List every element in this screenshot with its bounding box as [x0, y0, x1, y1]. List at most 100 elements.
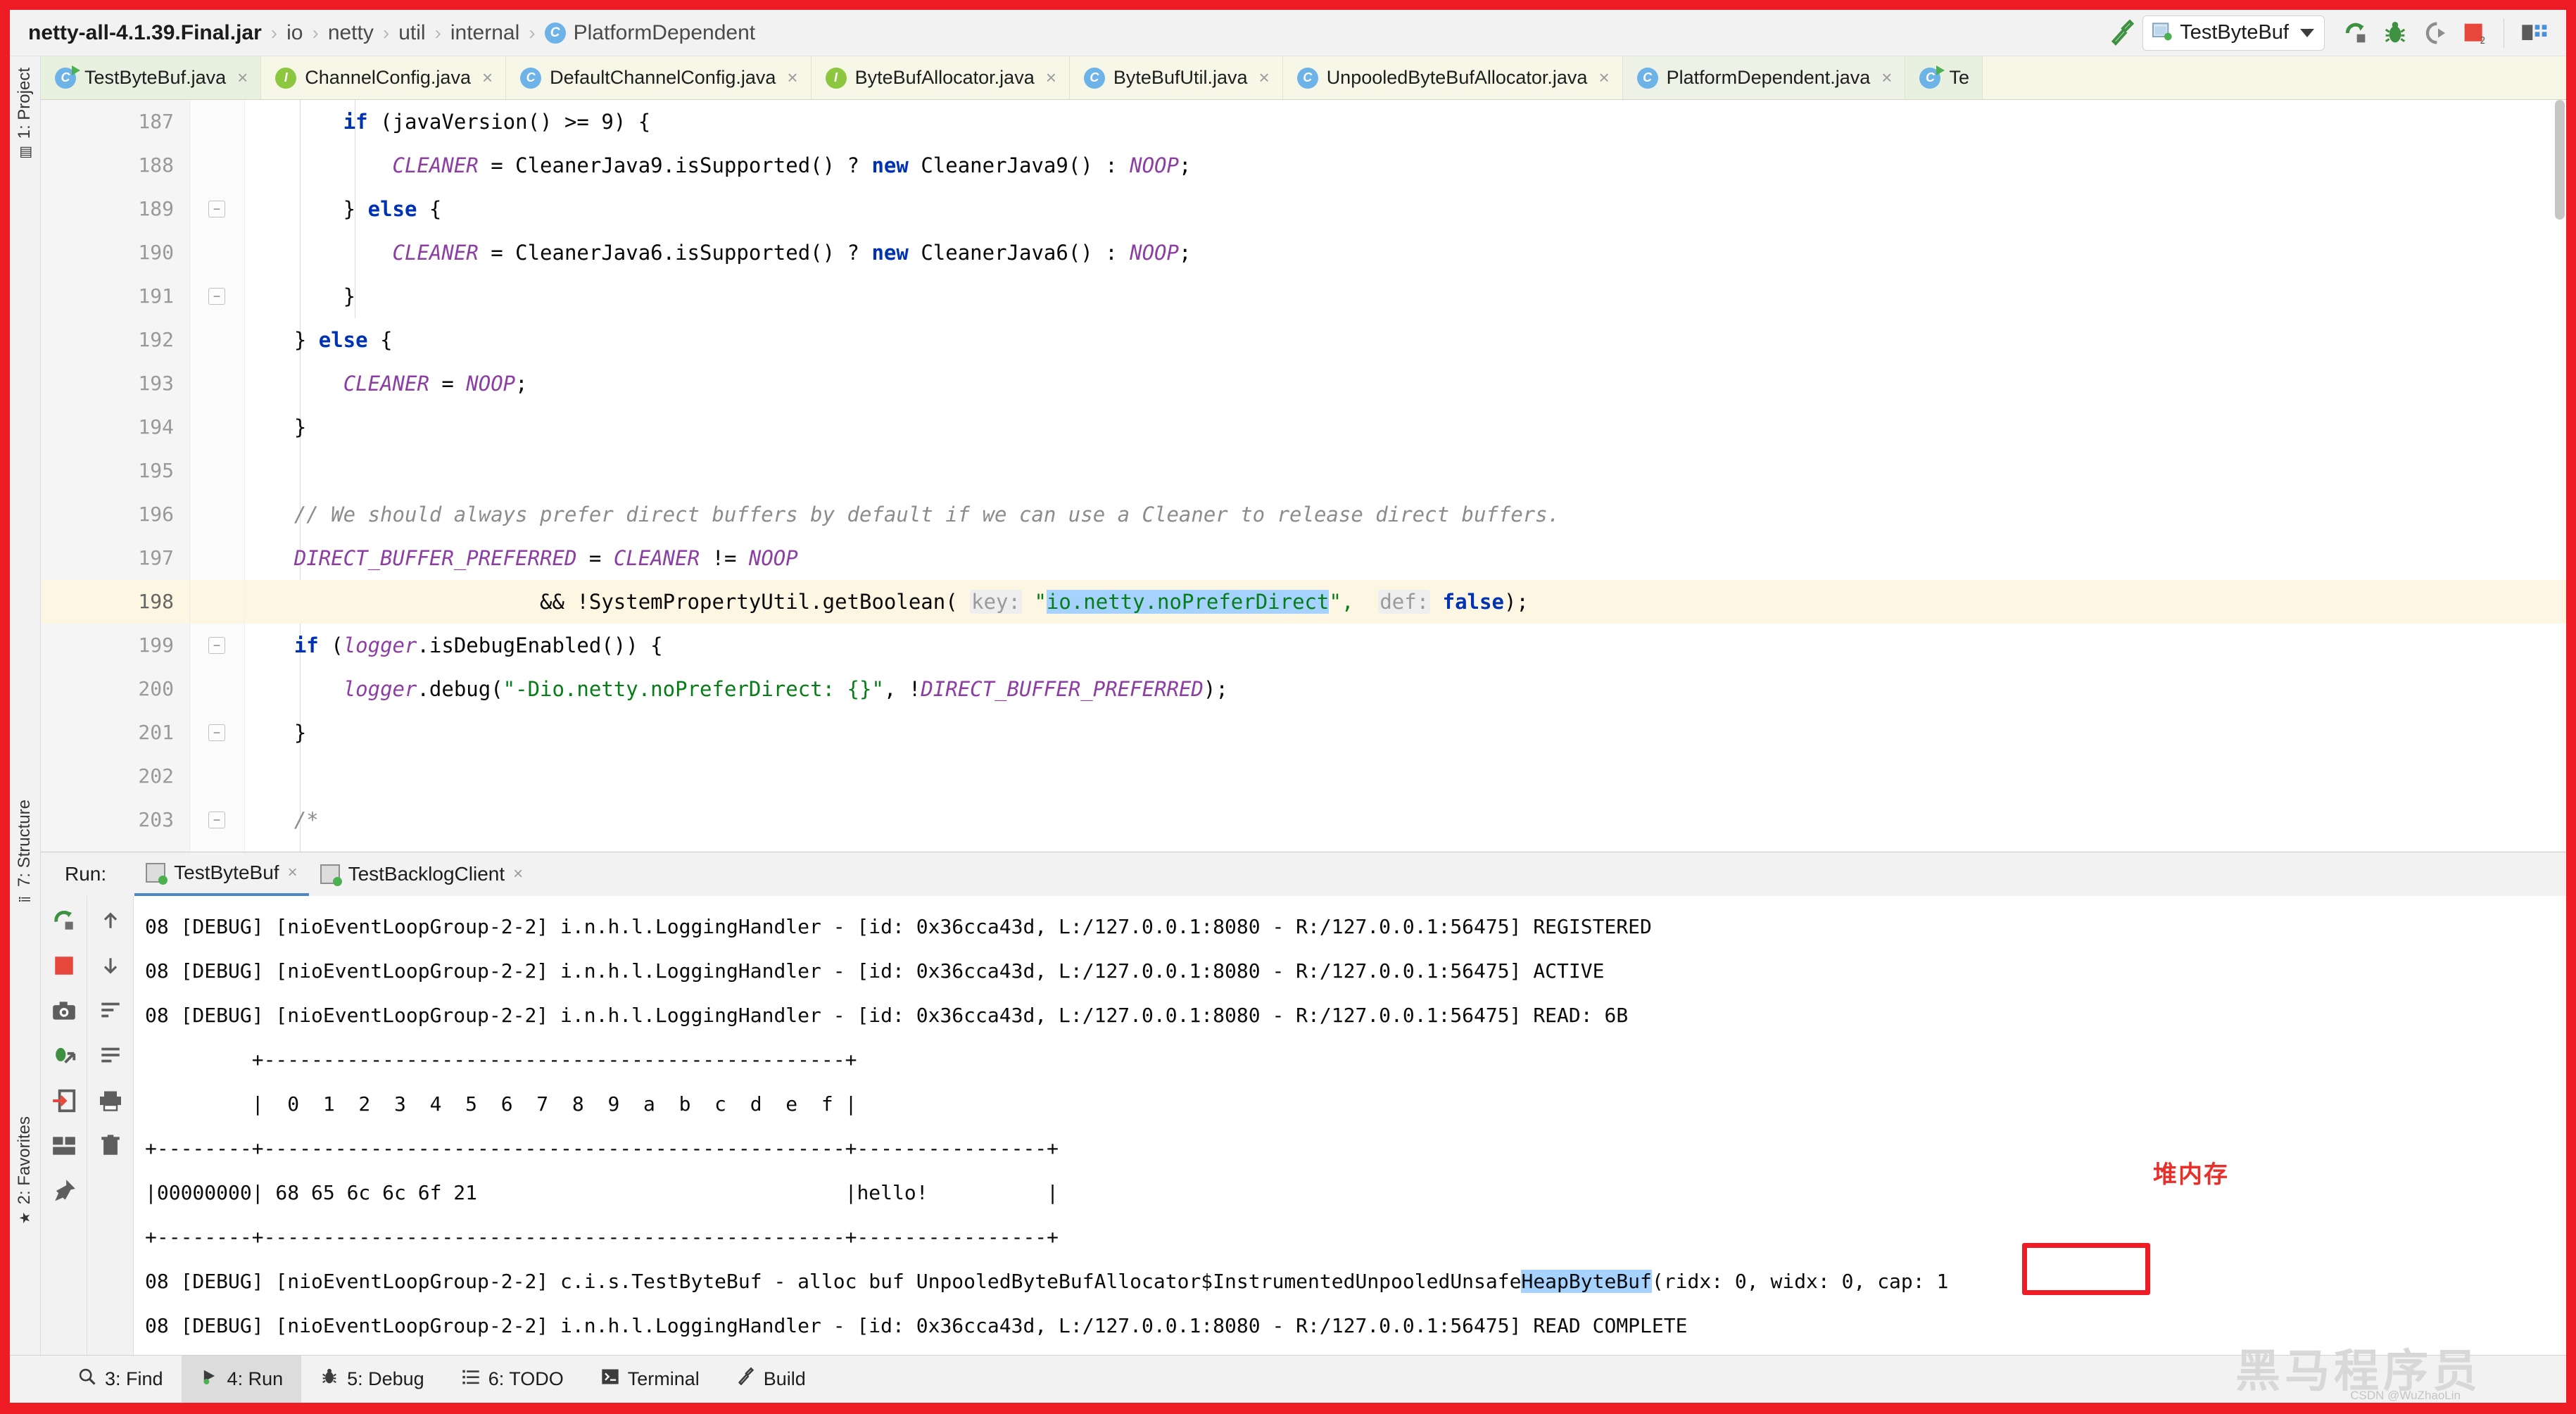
code-line[interactable]: if (javaVersion() >= 9) {: [245, 100, 2566, 144]
camera-icon[interactable]: [49, 996, 79, 1025]
close-icon[interactable]: ×: [513, 864, 523, 884]
close-icon[interactable]: ×: [1259, 67, 1270, 89]
code-token: ",: [1329, 590, 1379, 614]
stop-icon[interactable]: 2: [2454, 13, 2494, 53]
run-tab-testbytebuf[interactable]: TestByteBuf ×: [134, 852, 309, 896]
structure-icon[interactable]: [2514, 13, 2553, 53]
code-editor[interactable]: 187 188 189 190 191 192 193 194 195 196 197 198 199 2…: [41, 100, 2566, 852]
breadcrumb-item-internal[interactable]: internal: [450, 21, 519, 45]
close-icon[interactable]: ×: [237, 67, 248, 89]
code-line[interactable]: [245, 755, 2566, 798]
scroll-end-icon[interactable]: [96, 1041, 125, 1071]
code-line[interactable]: } else {: [245, 187, 2566, 231]
code-token: , !: [883, 677, 921, 701]
coverage-icon[interactable]: [2415, 13, 2454, 53]
code-line[interactable]: CLEANER = NOOP;: [245, 362, 2566, 405]
breadcrumb-item-io[interactable]: io: [286, 21, 303, 45]
heap-memory-annotation: 堆内存: [2153, 1161, 2229, 1188]
code-token: }: [245, 328, 319, 352]
bug-icon[interactable]: [2375, 13, 2415, 53]
run-configuration-selector[interactable]: TestByteBuf: [2142, 15, 2325, 51]
arrow-up-icon[interactable]: [96, 906, 125, 935]
code-line[interactable]: CLEANER = CleanerJava6.isSupported() ? n…: [245, 231, 2566, 274]
sidebar-item-project[interactable]: ▥ 1: Project: [10, 63, 40, 165]
editor-tab-unpooledbytebufallocator[interactable]: C UnpooledByteBufAllocator.java ×: [1282, 56, 1623, 99]
fold-toggle[interactable]: −: [208, 288, 225, 305]
status-bar-item-label: 6: TODO: [488, 1368, 564, 1389]
breadcrumb-item-util[interactable]: util: [398, 21, 425, 45]
pin-icon[interactable]: [49, 1176, 79, 1206]
editor-tab-bytebufutil[interactable]: C ByteBufUtil.java ×: [1069, 56, 1283, 99]
fold-toggle[interactable]: −: [208, 637, 225, 654]
code-line[interactable]: && !SystemPropertyUtil.getBoolean( key: …: [245, 580, 2566, 624]
code-token: ;: [1178, 153, 1192, 177]
search-icon: [77, 1367, 97, 1391]
status-bar-item-terminal[interactable]: Terminal: [582, 1356, 718, 1403]
code-line[interactable]: } else {: [245, 318, 2566, 362]
code-line[interactable]: logger.debug("-Dio.netty.noPreferDirect:…: [245, 667, 2566, 711]
close-icon[interactable]: ×: [482, 67, 493, 89]
fold-toggle[interactable]: −: [208, 724, 225, 741]
status-bar-item-label: Build: [763, 1368, 806, 1389]
fold-toggle[interactable]: −: [208, 812, 225, 828]
run-icon[interactable]: [2336, 13, 2375, 53]
status-bar-item-run[interactable]: 4: Run: [181, 1355, 302, 1403]
status-bar-item-todo[interactable]: 6: TODO: [443, 1356, 582, 1403]
editor-tab-partial[interactable]: C Te: [1905, 56, 1983, 99]
editor-scrollbar[interactable]: [2555, 100, 2565, 220]
console-actions-toolbar: [87, 896, 134, 1355]
watermark-subtext: CSDN @WuZhaoLin: [2350, 1389, 2461, 1402]
code-line[interactable]: // We should always prefer direct buffer…: [245, 493, 2566, 536]
main-toolbar: TestByteBuf 2: [2103, 13, 2566, 53]
editor-tab-label: ChannelConfig.java: [305, 67, 471, 88]
arrow-into-box-icon[interactable]: [49, 1086, 79, 1116]
editor-tab-platformdependent[interactable]: C PlatformDependent.java ×: [1622, 56, 1906, 99]
hammer-icon[interactable]: [2103, 13, 2142, 53]
breadcrumb-item-class[interactable]: PlatformDependent: [574, 21, 756, 45]
sidebar-item-structure[interactable]: ≔ 7: Structure: [10, 795, 40, 911]
stop-square-icon[interactable]: [49, 951, 79, 980]
code-line[interactable]: CLEANER = CleanerJava9.isSupported() ? n…: [245, 144, 2566, 187]
status-bar-item-debug[interactable]: 5: Debug: [301, 1356, 443, 1403]
close-icon[interactable]: ×: [1598, 67, 1609, 89]
status-bar-item-find[interactable]: 3: Find: [59, 1356, 182, 1403]
code-line[interactable]: }: [245, 405, 2566, 449]
breadcrumb-item-netty[interactable]: netty: [328, 21, 374, 45]
close-icon[interactable]: ×: [1046, 67, 1056, 89]
status-bar-item-build[interactable]: Build: [718, 1356, 824, 1403]
project-icon: ▥: [16, 145, 33, 161]
rerun-icon[interactable]: [49, 906, 79, 935]
fold-toggle[interactable]: −: [208, 201, 225, 217]
code-line[interactable]: }: [245, 711, 2566, 755]
run-tab-label: TestByteBuf: [174, 861, 279, 883]
editor-tab-defaultchannelconfig[interactable]: C DefaultChannelConfig.java ×: [506, 56, 812, 99]
code-line[interactable]: DIRECT_BUFFER_PREFERRED = CLEANER != NOO…: [245, 536, 2566, 580]
run-tab-testbacklogclient[interactable]: TestBacklogClient ×: [309, 852, 535, 896]
code-line[interactable]: if (logger.isDebugEnabled()) {: [245, 624, 2566, 667]
layout-icon[interactable]: [49, 1131, 79, 1161]
breadcrumb-item-jar[interactable]: netty-all-4.1.39.Final.jar: [28, 21, 262, 45]
trash-icon[interactable]: [96, 1131, 125, 1161]
code-line[interactable]: }: [245, 274, 2566, 318]
close-icon[interactable]: ×: [787, 67, 797, 89]
code-area[interactable]: if (javaVersion() >= 9) { CLEANER = Clea…: [245, 100, 2566, 852]
code-line[interactable]: [245, 449, 2566, 493]
close-icon[interactable]: ×: [288, 863, 298, 883]
code-token: (: [318, 633, 343, 657]
console-output[interactable]: 08 [DEBUG] [nioEventLoopGroup-2-2] i.n.h…: [134, 896, 2566, 1355]
bug-attach-icon[interactable]: [49, 1041, 79, 1071]
editor-tab-bytebufallocator[interactable]: I ByteBufAllocator.java ×: [811, 56, 1070, 99]
line-number: 197: [138, 546, 174, 569]
code-token: {: [367, 328, 393, 352]
code-line[interactable]: /*: [245, 798, 2566, 842]
fold-gutter[interactable]: − − − − −: [190, 100, 245, 852]
sidebar-item-favorites[interactable]: ★ 2: Favorites: [10, 1112, 40, 1231]
wrap-icon[interactable]: [96, 996, 125, 1025]
close-icon[interactable]: ×: [1881, 67, 1892, 89]
editor-tab-channelconfig[interactable]: I ChannelConfig.java ×: [261, 56, 507, 99]
editor-tab-testbytebuf[interactable]: C TestByteBuf.java ×: [41, 56, 262, 99]
code-token: false: [1442, 590, 1504, 614]
printer-icon[interactable]: [96, 1086, 125, 1116]
arrow-down-icon[interactable]: [96, 951, 125, 980]
